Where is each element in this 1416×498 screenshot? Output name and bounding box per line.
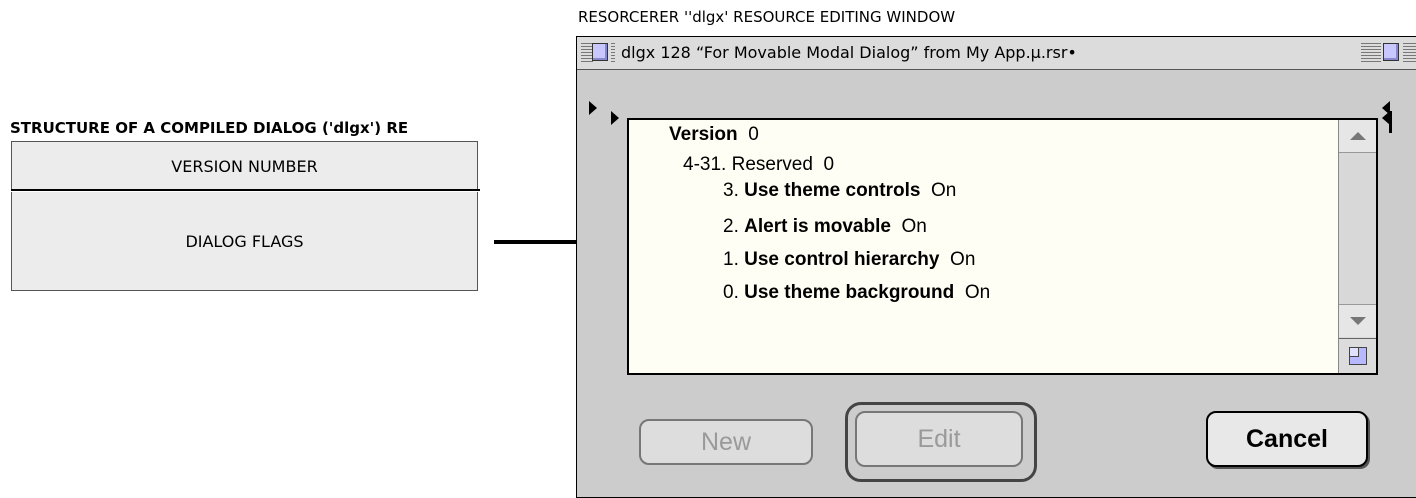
line-number: 2. [723, 216, 739, 237]
title-bar[interactable]: dlgx 128 “For Movable Modal Dialog” from… [577, 37, 1416, 70]
line-label: Alert is movable [744, 216, 891, 237]
zoom-box-icon[interactable] [1383, 43, 1399, 61]
line-value: On [964, 282, 991, 303]
scroll-down-arrow-icon [1349, 317, 1366, 325]
new-button[interactable]: New [639, 419, 813, 465]
line-number: 3. [723, 180, 739, 201]
grow-box[interactable] [1339, 338, 1376, 373]
version-number-field: VERSION NUMBER [11, 141, 478, 190]
line-label: Version [669, 124, 738, 145]
flag-line[interactable]: 0. Use theme background On [723, 282, 990, 304]
left-marker-icon [611, 111, 619, 125]
line-number: 1. [723, 249, 739, 270]
scroll-up-arrow-icon [1349, 132, 1366, 140]
title-bar-stripes [1403, 43, 1416, 63]
flag-line[interactable]: 1. Use control hierarchy On [723, 249, 975, 271]
line-value: 0 [748, 124, 759, 145]
line-value: On [931, 180, 957, 201]
dialog-flags-field: DIALOG FLAGS [11, 192, 478, 291]
edit-button[interactable]: Edit [855, 411, 1023, 467]
line-number: 0. [723, 282, 739, 303]
reserved-line[interactable]: 4-31. Reserved 0 [683, 154, 834, 176]
title-bar-stripes [1361, 43, 1381, 63]
close-box-icon[interactable] [592, 43, 608, 61]
window-caption: RESORCERER ''dlgx' RESOURCE EDITING WIND… [578, 8, 956, 26]
scroll-down-button[interactable] [1339, 304, 1376, 337]
left-marker-icon [589, 101, 597, 115]
line-label: Use control hierarchy [744, 249, 940, 270]
line-label: Reserved [731, 154, 813, 175]
grow-box-icon [1348, 347, 1367, 365]
right-marker-icon [1382, 111, 1392, 133]
line-label: Use theme controls [744, 180, 921, 201]
field-divider [11, 189, 480, 191]
resource-content-area[interactable]: Version 0 4-31. Reserved 0 3. Use theme … [627, 118, 1378, 375]
line-value: 0 [823, 154, 835, 175]
flag-line[interactable]: 2. Alert is movable On [723, 216, 927, 238]
version-line[interactable]: Version 0 [669, 124, 759, 146]
version-number-label: VERSION NUMBER [171, 156, 318, 176]
line-label: Use theme background [744, 282, 955, 303]
scroll-up-button[interactable] [1339, 120, 1376, 153]
cancel-button[interactable]: Cancel [1206, 411, 1368, 467]
line-value: On [950, 249, 976, 270]
line-value: On [901, 216, 927, 237]
flag-line[interactable]: 3. Use theme controls On [723, 180, 956, 202]
resource-editing-window: dlgx 128 “For Movable Modal Dialog” from… [576, 36, 1416, 498]
window-title: dlgx 128 “For Movable Modal Dialog” from… [615, 43, 1367, 63]
vertical-scrollbar[interactable] [1338, 120, 1376, 373]
structure-title: STRUCTURE OF A COMPILED DIALOG ('dlgx') … [10, 119, 409, 137]
dialog-flags-label: DIALOG FLAGS [185, 231, 304, 251]
line-number: 4-31. [683, 154, 727, 175]
